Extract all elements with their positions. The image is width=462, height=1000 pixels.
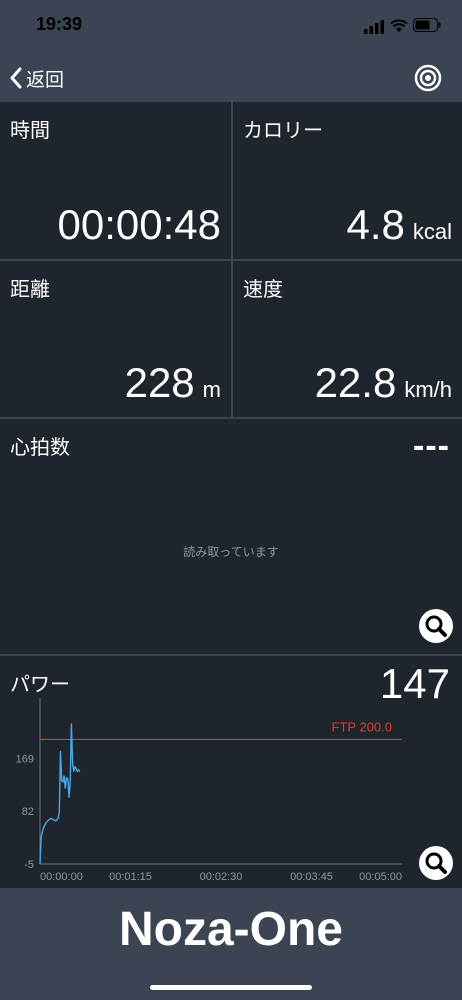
heart-rate-label: 心拍数 <box>10 435 70 459</box>
magnifier-icon <box>425 615 447 637</box>
battery-icon <box>413 18 441 32</box>
cellular-signal-icon <box>364 20 384 34</box>
distance-label: 距離 <box>10 277 50 301</box>
power-panel: パワー 147 -5 82 169 00:00:00 00:01:15 00:02:30 0… <box>0 656 462 888</box>
heart-rate-value: --- <box>413 427 450 465</box>
distance-unit: m <box>202 377 221 402</box>
speed-tile: 速度 22.8 km/h <box>233 261 462 417</box>
speed-unit: km/h <box>404 377 452 402</box>
device-name: Noza-One <box>118 903 343 956</box>
wifi-icon <box>390 19 408 32</box>
heart-rate-status: 読み取っています <box>183 545 279 559</box>
time-label: 時間 <box>10 118 50 142</box>
time-value-group: 00:00:48 <box>58 201 222 249</box>
speed-value: 22.8 <box>314 359 397 406</box>
heart-rate-zoom-button[interactable] <box>419 609 453 643</box>
device-bar: Noza-One <box>0 890 462 1000</box>
navigation-bar: 返回 <box>0 52 462 102</box>
speed-value-group: 22.8 km/h <box>315 359 452 407</box>
y-tick-label: -5 <box>24 859 34 871</box>
calories-value: 4.8 <box>346 201 405 248</box>
power-chart: -5 82 169 00:00:00 00:01:15 00:02:30 00:03:45 0… <box>16 698 402 883</box>
status-bar: 19:39 <box>0 0 462 52</box>
x-tick-label: 00:05:00 <box>359 871 402 883</box>
calories-label: カロリー <box>243 118 323 142</box>
distance-tile: 距離 228 m <box>0 261 231 417</box>
magnifier-icon <box>425 852 447 874</box>
distance-value: 228 <box>124 359 195 406</box>
y-tick-label: 82 <box>22 806 34 818</box>
target-icon[interactable] <box>414 64 442 92</box>
power-zoom-button[interactable] <box>419 846 453 880</box>
power-series-line <box>39 723 81 865</box>
distance-value-group: 228 m <box>125 359 221 407</box>
calories-tile: カロリー 4.8 kcal <box>233 102 462 259</box>
time-tile: 時間 00:00:48 <box>0 102 231 259</box>
speed-label: 速度 <box>243 277 283 301</box>
y-tick-label: 169 <box>16 753 34 765</box>
back-button[interactable]: 返回 <box>8 64 64 92</box>
chevron-left-icon <box>10 67 22 89</box>
x-tick-label: 00:02:30 <box>200 871 243 883</box>
x-tick-label: 00:01:15 <box>109 871 152 883</box>
x-tick-label: 00:00:00 <box>40 871 83 883</box>
power-label: パワー <box>10 672 70 696</box>
back-label: 返回 <box>26 68 65 91</box>
calories-unit: kcal <box>412 219 452 244</box>
ftp-label: FTP 200.0 <box>332 719 392 734</box>
calories-value-group: 4.8 kcal <box>346 201 452 249</box>
heart-rate-panel: 心拍数 --- 読み取っています <box>0 419 462 654</box>
home-indicator[interactable] <box>150 985 312 990</box>
status-time: 19:39 <box>36 14 83 34</box>
x-tick-label: 00:03:45 <box>290 871 333 883</box>
time-value: 00:00:48 <box>57 201 222 248</box>
